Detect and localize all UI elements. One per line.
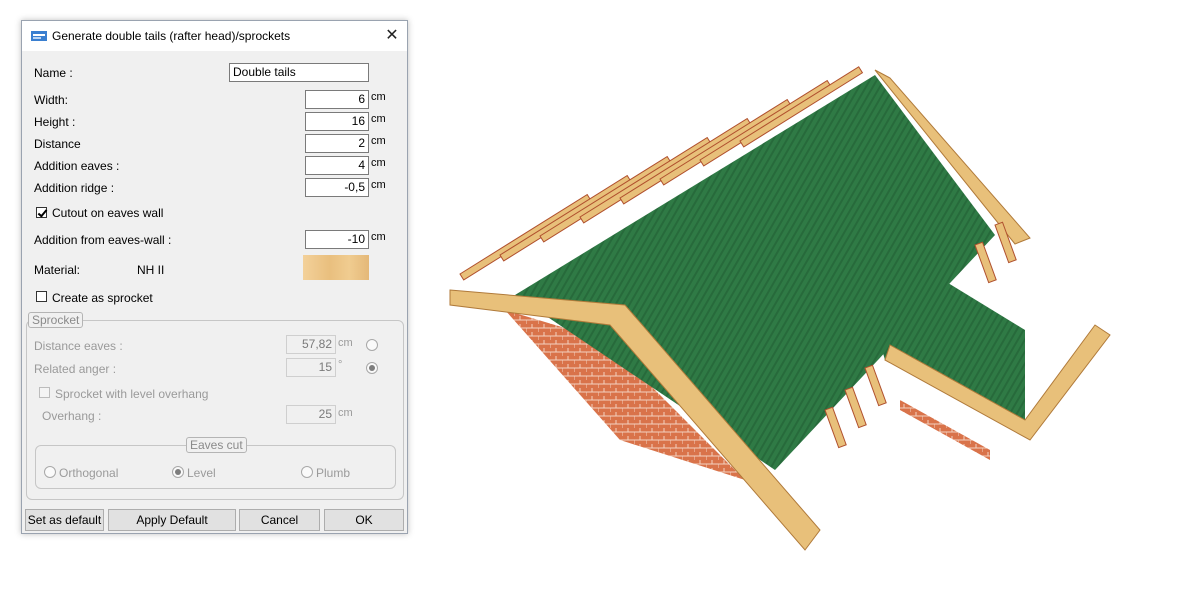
width-input[interactable]: 6 — [305, 90, 369, 109]
ok-button[interactable]: OK — [324, 509, 404, 531]
distance-input[interactable]: 2 — [305, 134, 369, 153]
cancel-button[interactable]: Cancel — [239, 509, 320, 531]
eaves-cut-orthogonal-label: Orthogonal — [59, 466, 119, 480]
title-bar: Generate double tails (rafter head)/spro… — [22, 21, 407, 51]
addition-eaves-unit: cm — [371, 157, 386, 169]
distance-eaves-radio[interactable] — [366, 339, 378, 351]
dialog-title: Generate double tails (rafter head)/spro… — [52, 29, 291, 43]
eaves-cut-level-radio[interactable] — [172, 466, 184, 478]
width-label: Width: — [34, 93, 69, 107]
name-label: Name : — [34, 66, 73, 80]
create-sprocket-label: Create as sprocket — [52, 291, 153, 305]
related-anger-label: Related anger : — [34, 362, 117, 376]
dialog-window: Generate double tails (rafter head)/spro… — [21, 20, 408, 534]
addition-eaves-input[interactable]: 4 — [305, 156, 369, 175]
eaves-cut-legend: Eaves cut — [186, 437, 247, 453]
related-anger-radio[interactable] — [366, 362, 378, 374]
width-unit: cm — [371, 91, 386, 103]
overhang-label: Overhang : — [42, 409, 102, 423]
related-anger-unit: ° — [338, 359, 343, 371]
height-unit: cm — [371, 113, 386, 125]
cutout-eaves-wall-label: Cutout on eaves wall — [52, 206, 164, 220]
level-overhang-checkbox[interactable] — [39, 387, 50, 398]
related-anger-input[interactable]: 15 — [286, 358, 336, 377]
material-label: Material: — [34, 263, 81, 277]
overhang-unit: cm — [338, 407, 353, 419]
addition-ridge-label: Addition ridge : — [34, 181, 115, 195]
distance-eaves-unit: cm — [338, 337, 353, 349]
addition-eaves-wall-unit: cm — [371, 231, 386, 243]
close-icon[interactable]: ✕ — [377, 21, 407, 51]
level-overhang-label: Sprocket with level overhang — [55, 387, 209, 401]
cutout-eaves-wall-checkbox[interactable] — [36, 207, 47, 218]
eaves-cut-orthogonal-radio[interactable] — [44, 466, 56, 478]
addition-ridge-unit: cm — [371, 179, 386, 191]
set-as-default-button[interactable]: Set as default — [25, 509, 104, 531]
distance-eaves-label: Distance eaves : — [34, 339, 123, 353]
roof-3d-view — [449, 66, 1111, 551]
height-label: Height : — [34, 115, 76, 129]
overhang-input[interactable]: 25 — [286, 405, 336, 424]
addition-eaves-label: Addition eaves : — [34, 159, 120, 173]
material-value: NH II — [137, 263, 165, 277]
addition-ridge-input[interactable]: -0,5 — [305, 178, 369, 197]
apply-default-button[interactable]: Apply Default — [108, 509, 236, 531]
app-icon — [31, 31, 47, 41]
addition-eaves-wall-label: Addition from eaves-wall : — [34, 233, 172, 247]
eaves-cut-plumb-radio[interactable] — [301, 466, 313, 478]
eaves-cut-plumb-label: Plumb — [316, 466, 351, 480]
material-swatch[interactable] — [303, 255, 369, 280]
name-input[interactable]: Double tails — [229, 63, 369, 82]
addition-eaves-wall-input[interactable]: -10 — [305, 230, 369, 249]
distance-eaves-input[interactable]: 57,82 — [286, 335, 336, 354]
sprocket-group-legend: Sprocket — [28, 312, 84, 328]
create-sprocket-checkbox[interactable] — [36, 291, 47, 302]
distance-label: Distance — [34, 137, 81, 151]
distance-unit: cm — [371, 135, 386, 147]
eaves-cut-level-label: Level — [187, 466, 216, 480]
height-input[interactable]: 16 — [305, 112, 369, 131]
